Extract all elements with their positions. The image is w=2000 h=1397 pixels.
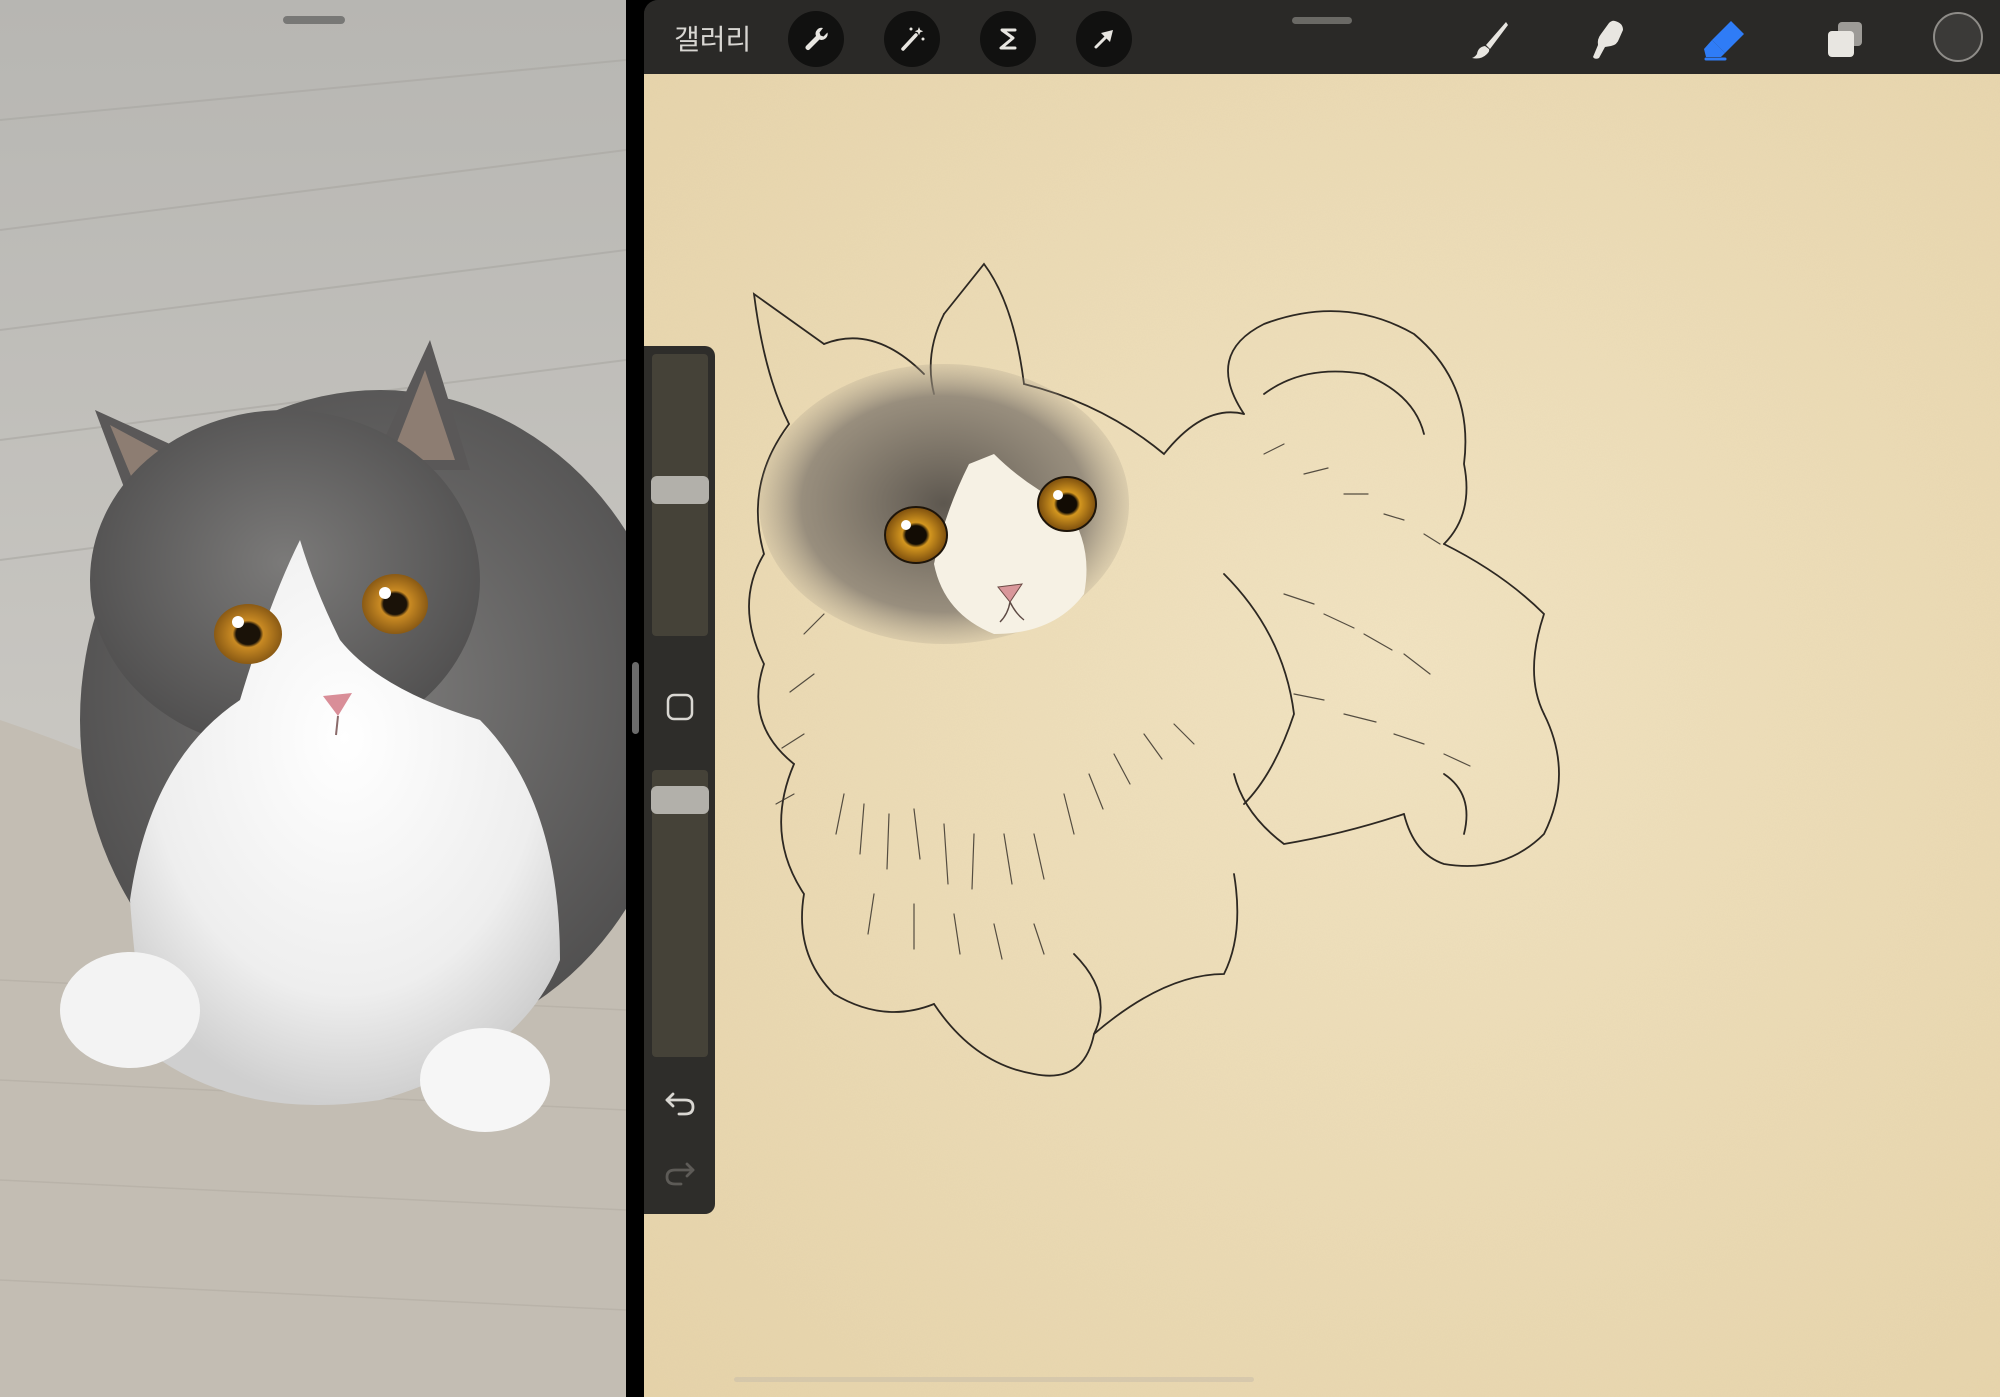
home-indicator [734, 1377, 1254, 1382]
split-view-handle[interactable] [632, 662, 639, 734]
color-picker-button[interactable] [1933, 12, 1983, 62]
drawing-canvas[interactable] [644, 74, 2000, 1397]
brush-icon [1472, 22, 1508, 59]
undo-icon[interactable] [661, 1084, 699, 1122]
opacity-slider-thumb[interactable] [651, 786, 709, 814]
smudge-icon [1593, 20, 1623, 59]
selection-s-icon [999, 28, 1017, 50]
magic-wand-icon [901, 27, 925, 51]
opacity-slider[interactable] [651, 770, 709, 1057]
split-pane-grabber[interactable] [283, 16, 345, 24]
eraser-tool-button[interactable] [1695, 10, 1753, 68]
modify-square-icon[interactable] [663, 690, 697, 724]
reference-photo-pane [0, 0, 626, 1397]
procreate-app: 갤러리 [644, 0, 2000, 1397]
cat-sketch-artwork [644, 74, 2000, 1397]
transform-arrow-icon [1094, 30, 1113, 49]
adjustments-button[interactable] [884, 11, 940, 67]
redo-icon[interactable] [661, 1154, 699, 1192]
actions-button[interactable] [788, 11, 844, 67]
layers-icon [1828, 22, 1862, 57]
toolbar-grabber[interactable] [1292, 17, 1352, 24]
brush-size-slider-thumb[interactable] [651, 476, 709, 504]
brush-size-slider[interactable] [651, 354, 709, 636]
reference-cat-photo [0, 0, 626, 1397]
selection-button[interactable] [980, 11, 1036, 67]
wrench-icon [805, 27, 828, 50]
brush-tool-button[interactable] [1461, 10, 1519, 68]
layers-button[interactable] [1816, 10, 1874, 68]
screen: 갤러리 [0, 0, 2000, 1397]
sidebar-sliders [644, 346, 715, 1214]
transform-button[interactable] [1076, 11, 1132, 67]
top-toolbar: 갤러리 [644, 0, 2000, 74]
gallery-button[interactable]: 갤러리 [674, 18, 751, 58]
smudge-tool-button[interactable] [1578, 10, 1636, 68]
eraser-icon [1704, 21, 1744, 61]
